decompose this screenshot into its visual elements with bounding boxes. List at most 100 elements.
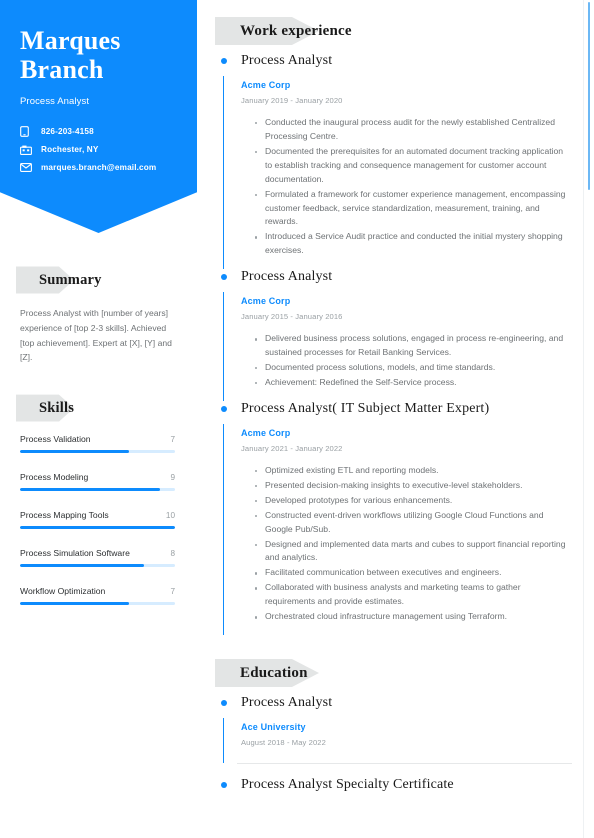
resume-sidebar: Marques Branch Process Analyst 826-203-4… [0, 0, 197, 838]
header-banner: Marques Branch Process Analyst 826-203-4… [0, 0, 197, 233]
skill-item: Process Modeling 9 [20, 472, 175, 492]
contact-location[interactable]: Rochester, NY [20, 145, 177, 155]
experience-bullet: Developed prototypes for various enhance… [255, 494, 572, 508]
contact-phone-value: 826-203-4158 [41, 126, 94, 136]
scrollbar[interactable] [587, 0, 592, 838]
education-title: Process Analyst Specialty Certificate [241, 777, 454, 793]
skill-bar-track [20, 526, 175, 530]
experience-dates: January 2019 - January 2020 [241, 96, 343, 105]
education-heading: Education [215, 659, 319, 688]
experience-body: Acme Corp January 2021 - January 2022 Op… [223, 423, 572, 636]
skills-section: Skills Process Validation 7 Process Mode… [16, 394, 175, 606]
skill-header: Process Simulation Software 8 [20, 548, 175, 564]
contact-email-value: marques.branch@email.com [41, 162, 157, 172]
skill-item: Process Validation 7 [20, 434, 175, 454]
experience-bullet: Delivered business process solutions, en… [255, 332, 572, 360]
experience-bullet: Collaborated with business analysts and … [255, 581, 572, 609]
bullet-dot-icon [221, 274, 227, 281]
experience-title-row: Process Analyst [219, 53, 572, 69]
experience-dates: January 2015 - January 2016 [241, 312, 343, 322]
skill-name: Process Validation [20, 434, 91, 445]
email-icon [20, 162, 34, 172]
summary-section: Summary Process Analyst with [number of … [16, 266, 175, 365]
education-entry: Process Analyst Ace University August 20… [219, 695, 572, 764]
skill-score: 7 [170, 587, 175, 597]
experience-title-row: Process Analyst [219, 269, 572, 285]
education-title-row: Process Analyst Specialty Certificate [219, 777, 572, 793]
contact-email[interactable]: marques.branch@email.com [20, 163, 177, 172]
skill-bar-track [20, 602, 175, 606]
experience-entry: Process Analyst Acme Corp January 2019 -… [219, 53, 572, 270]
experience-bullet: Presented decision-making insights to ex… [255, 479, 572, 493]
last-name: Branch [20, 55, 104, 85]
experience-entry: Process Analyst Acme Corp January 2015 -… [219, 269, 572, 401]
skill-header: Workflow Optimization 7 [20, 586, 175, 602]
skill-header: Process Modeling 9 [20, 472, 175, 488]
skills-heading: Skills [16, 394, 78, 422]
first-name: Marques [20, 26, 121, 55]
experience-organization[interactable]: Acme Corp [241, 296, 572, 306]
experience-bullet: Documented the prerequisites for an auto… [255, 145, 572, 187]
work-experience-entries: Process Analyst Acme Corp January 2019 -… [219, 53, 572, 636]
skill-name: Process Simulation Software [20, 548, 130, 559]
skill-score: 10 [165, 511, 175, 521]
skill-item: Process Mapping Tools 10 [20, 510, 175, 530]
skill-item: Workflow Optimization 7 [20, 586, 175, 606]
experience-body: Acme Corp January 2015 - January 2016 De… [223, 292, 572, 401]
education-organization[interactable]: Ace University [241, 722, 572, 732]
skill-bar-track [20, 564, 175, 568]
contact-location-value: Rochester, NY [41, 145, 99, 155]
skill-bar-fill [20, 488, 160, 492]
candidate-name: Marques Branch [20, 26, 177, 85]
summary-heading-label: Summary [39, 272, 102, 288]
skill-item: Process Simulation Software 8 [20, 548, 175, 568]
experience-bullet-list: Optimized existing ETL and reporting mod… [241, 464, 572, 624]
work-experience-section: Work experience Process Analyst Acme Cor… [215, 17, 572, 636]
experience-body: Acme Corp January 2019 - January 2020 Co… [223, 76, 572, 270]
education-dates: August 2018 - May 2022 [241, 738, 326, 748]
experience-bullet: Constructed event-driven workflows utili… [255, 509, 572, 537]
bullet-dot-icon [221, 58, 227, 64]
experience-organization[interactable]: Acme Corp [241, 428, 572, 438]
experience-dates: January 2021 - January 2022 [241, 443, 343, 453]
experience-bullet: Formulated a framework for customer expe… [255, 188, 572, 230]
work-experience-heading-label: Work experience [240, 23, 352, 39]
bullet-dot-icon [221, 405, 227, 412]
skill-name: Process Mapping Tools [20, 510, 109, 521]
education-section: Education Process Analyst Ace University… [215, 659, 572, 793]
skill-bar-track [20, 450, 175, 454]
bullet-dot-icon [221, 700, 227, 707]
contact-list: 826-203-4158 Rochester, NY marques.branc… [20, 125, 177, 172]
education-title-row: Process Analyst [219, 695, 572, 711]
resume-main-column: Work experience Process Analyst Acme Cor… [197, 0, 594, 838]
experience-entry: Process Analyst( IT Subject Matter Exper… [219, 401, 572, 636]
candidate-job-title: Process Analyst [20, 95, 90, 107]
experience-bullet: Designed and implemented data marts and … [255, 538, 572, 566]
scrollbar-thumb[interactable] [588, 2, 590, 190]
sidebar-sections: Summary Process Analyst with [number of … [0, 266, 197, 606]
resume-page: Marques Branch Process Analyst 826-203-4… [0, 0, 594, 838]
experience-title: Process Analyst( IT Subject Matter Exper… [241, 400, 490, 416]
experience-bullet: Introduced a Service Audit practice and … [255, 230, 572, 258]
education-title: Process Analyst [241, 695, 333, 711]
experience-bullet-list: Delivered business process solutions, en… [241, 332, 572, 390]
education-divider [237, 763, 572, 765]
phone-icon [20, 125, 34, 137]
contact-phone[interactable]: 826-203-4158 [20, 125, 177, 137]
experience-bullet: Achievement: Redefined the Self-Service … [255, 376, 572, 390]
experience-title-row: Process Analyst( IT Subject Matter Exper… [219, 401, 572, 417]
work-experience-heading: Work experience [215, 17, 356, 45]
skills-heading-label: Skills [39, 400, 75, 417]
experience-bullet: Conducted the inaugural process audit fo… [255, 116, 572, 144]
experience-bullet-list: Conducted the inaugural process audit fo… [241, 116, 572, 258]
skill-bar-fill [20, 564, 144, 568]
skills-list: Process Validation 7 Process Modeling 9 [20, 434, 175, 606]
skill-name: Process Modeling [20, 472, 89, 483]
experience-organization[interactable]: Acme Corp [241, 80, 572, 90]
experience-title: Process Analyst [241, 53, 333, 68]
experience-bullet: Facilitated communication between execut… [255, 566, 572, 580]
summary-text: Process Analyst with [number of years] e… [20, 308, 172, 363]
skill-bar-track [20, 488, 175, 492]
skill-header: Process Validation 7 [20, 434, 175, 450]
experience-title: Process Analyst [241, 269, 333, 285]
